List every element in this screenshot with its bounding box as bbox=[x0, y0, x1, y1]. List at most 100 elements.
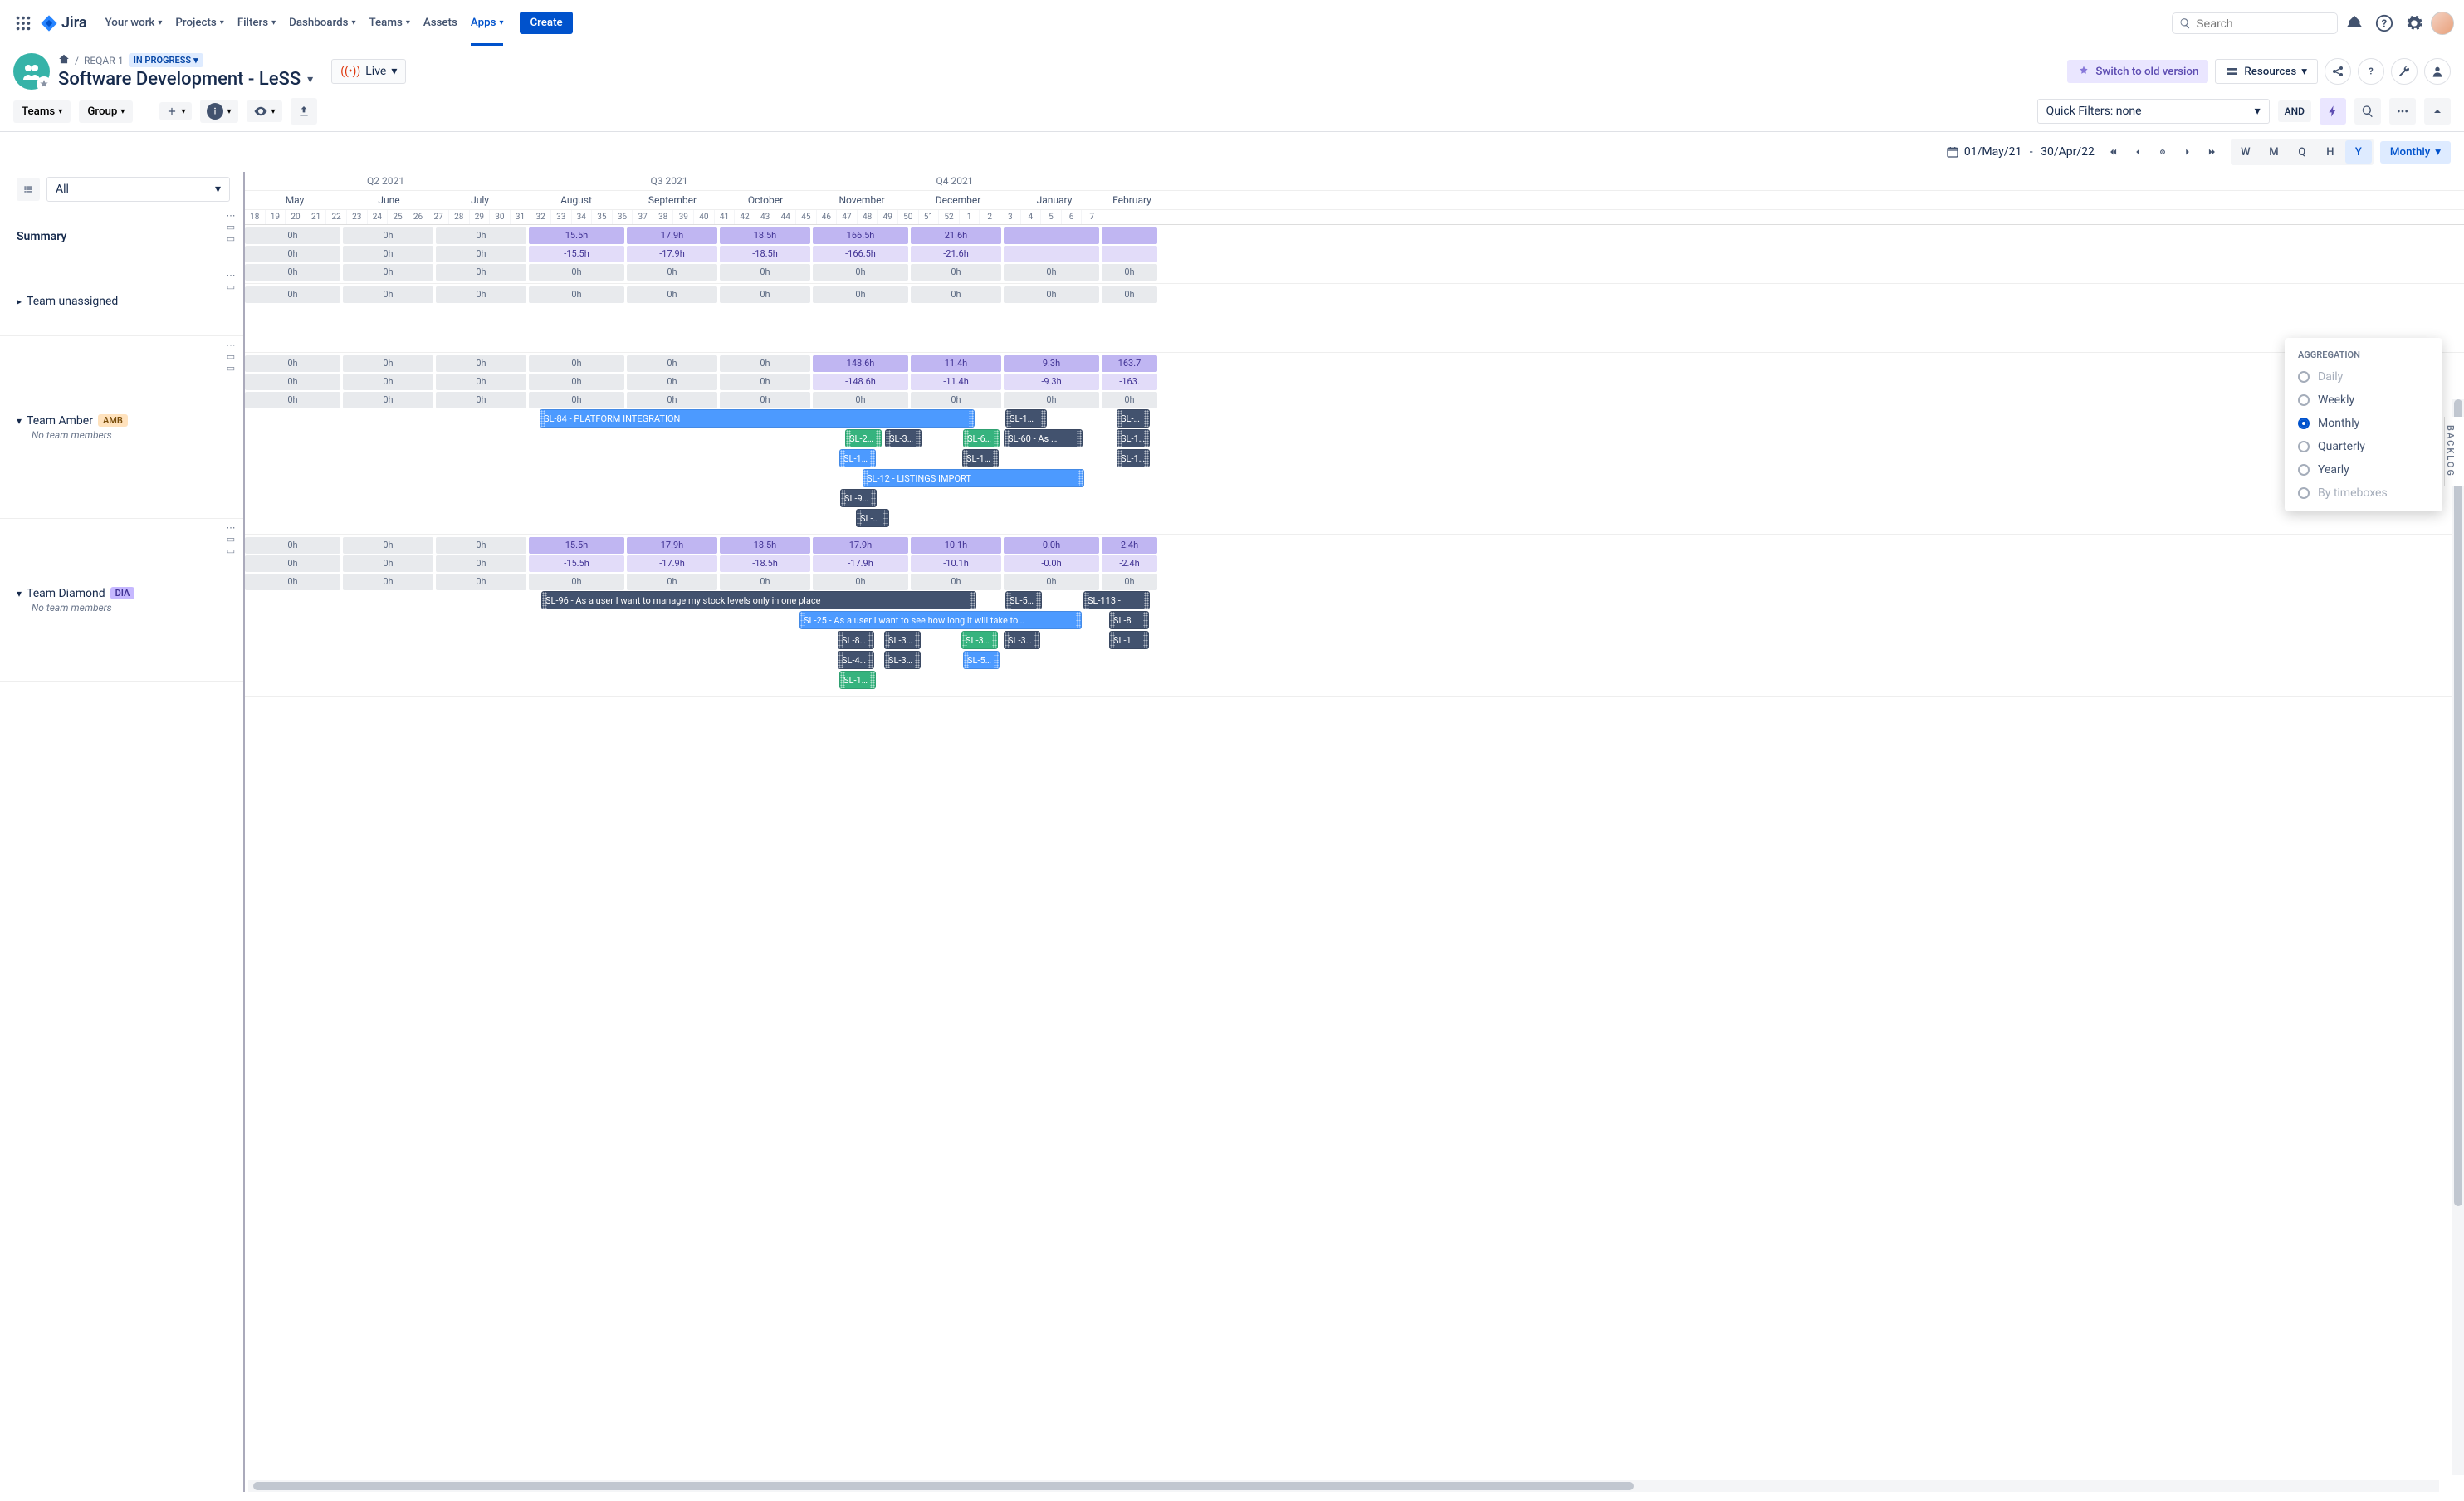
create-button[interactable]: Create bbox=[520, 12, 572, 34]
expand-toggle-icon[interactable]: ▾ bbox=[17, 588, 22, 599]
live-status-button[interactable]: ((•)) Live ▾ bbox=[331, 59, 406, 84]
help-round-icon[interactable]: ? bbox=[2358, 58, 2384, 85]
gantt-bar[interactable]: SL-84 - PLATFORM INTEGRATION bbox=[540, 409, 975, 428]
nav-projects[interactable]: Projects ▾ bbox=[169, 12, 230, 34]
zoom-Q[interactable]: Q bbox=[2289, 140, 2315, 164]
bolt-icon[interactable] bbox=[2320, 98, 2346, 125]
switch-old-version-button[interactable]: Switch to old version bbox=[2067, 60, 2208, 83]
row-extra-icon[interactable]: ▭ bbox=[225, 547, 237, 555]
nav-your-work[interactable]: Your work ▾ bbox=[99, 12, 169, 34]
gantt-bar[interactable]: SL-1… bbox=[839, 671, 876, 689]
aggregation-option-yearly[interactable]: Yearly bbox=[2285, 458, 2442, 482]
nav-today-icon[interactable] bbox=[2151, 140, 2174, 164]
row-cap-icon[interactable]: ▭ bbox=[225, 353, 237, 361]
gantt-bar[interactable]: SL-3… bbox=[1004, 631, 1040, 649]
vertical-scrollbar[interactable] bbox=[2452, 399, 2464, 1475]
row-cap-icon[interactable]: ▭ bbox=[225, 223, 237, 232]
aggregation-option-weekly[interactable]: Weekly bbox=[2285, 389, 2442, 412]
gantt-bar[interactable]: SL-1… bbox=[962, 449, 999, 467]
gantt-bar[interactable]: SL-8… bbox=[838, 631, 874, 649]
row-list-icon[interactable]: ⋯ bbox=[225, 271, 237, 280]
row-cap-icon[interactable]: ▭ bbox=[225, 535, 237, 544]
nav-apps[interactable]: Apps ▾ bbox=[464, 12, 511, 34]
aggregation-dropdown-button[interactable]: Monthly▾ bbox=[2380, 141, 2451, 164]
row-cap-icon[interactable]: ▭ bbox=[225, 283, 237, 291]
row-extra-icon[interactable]: ▭ bbox=[225, 235, 237, 243]
row-list-icon[interactable]: ⋯ bbox=[225, 524, 237, 532]
search-input[interactable] bbox=[2172, 12, 2338, 34]
wrench-icon[interactable] bbox=[2391, 58, 2418, 85]
gantt-bar[interactable]: SL-8 bbox=[1109, 611, 1149, 629]
info-button[interactable]: ▾ bbox=[200, 100, 237, 123]
notifications-icon[interactable] bbox=[2341, 10, 2368, 37]
gantt-bar[interactable]: SL-4… bbox=[838, 651, 874, 669]
filter-and-operator[interactable]: AND bbox=[2278, 100, 2311, 122]
expand-toggle-icon[interactable]: ▾ bbox=[17, 415, 22, 427]
gantt-bar[interactable]: SL-3… bbox=[884, 651, 921, 669]
gantt-bar[interactable]: SL-5… bbox=[1005, 591, 1042, 609]
gantt-bar[interactable]: SL-5… bbox=[963, 651, 1000, 669]
timeline-grid[interactable]: Q2 2021Q3 2021Q4 2021 MayJuneJulyAugustS… bbox=[245, 172, 2464, 1492]
zoom-M[interactable]: M bbox=[2261, 140, 2287, 164]
teams-filter-button[interactable]: Teams▾ bbox=[13, 100, 71, 123]
gantt-bar[interactable]: SL-9… bbox=[840, 489, 877, 507]
zoom-H[interactable]: H bbox=[2317, 140, 2344, 164]
gantt-bar[interactable]: SL-3… bbox=[885, 429, 922, 447]
gantt-bar[interactable]: SL-1… bbox=[1117, 429, 1150, 447]
nav-prev-icon[interactable] bbox=[2126, 140, 2149, 164]
more-icon[interactable] bbox=[2389, 98, 2416, 125]
app-launcher-icon[interactable] bbox=[10, 10, 37, 37]
search-field[interactable] bbox=[2196, 17, 2330, 30]
gantt-bar[interactable]: SL-2… bbox=[845, 429, 882, 447]
gantt-bar[interactable]: SL-1 bbox=[1109, 631, 1149, 649]
title-dropdown-icon[interactable]: ▾ bbox=[307, 73, 313, 86]
nav-assets[interactable]: Assets bbox=[417, 12, 464, 34]
row-extra-icon[interactable]: ▭ bbox=[225, 364, 237, 373]
nav-teams[interactable]: Teams ▾ bbox=[363, 12, 417, 34]
export-icon[interactable] bbox=[291, 98, 317, 125]
gantt-bar[interactable]: SL-12 - LISTINGS IMPORT bbox=[863, 469, 1084, 487]
resources-button[interactable]: Resources ▾ bbox=[2215, 59, 2318, 84]
gantt-bar[interactable]: SL-25 - As a user I want to see how long… bbox=[799, 611, 1082, 629]
breadcrumb-project[interactable]: REQAR-1 bbox=[84, 55, 124, 66]
row-list-icon[interactable]: ⋯ bbox=[225, 212, 237, 220]
visibility-button[interactable]: ▾ bbox=[247, 100, 282, 122]
zoom-Y[interactable]: Y bbox=[2345, 140, 2372, 164]
gantt-bar[interactable]: SL-60 - As … bbox=[1004, 429, 1083, 447]
nav-next-icon[interactable] bbox=[2176, 140, 2199, 164]
backlog-tab[interactable]: BACKLOG bbox=[2444, 417, 2464, 486]
gantt-bar[interactable]: SL-1… bbox=[839, 449, 876, 467]
gantt-bar[interactable]: SL-3… bbox=[961, 631, 998, 649]
nav-first-icon[interactable] bbox=[2101, 140, 2124, 164]
home-icon[interactable] bbox=[58, 53, 70, 67]
add-button[interactable]: ▾ bbox=[159, 102, 192, 120]
gantt-bar[interactable]: SL-6… bbox=[963, 429, 1000, 447]
aggregation-option-quarterly[interactable]: Quarterly bbox=[2285, 435, 2442, 458]
date-range[interactable]: 01/May/21 - 30/Apr/22 bbox=[1946, 145, 2095, 159]
user-avatar[interactable] bbox=[2431, 12, 2454, 35]
user-icon[interactable] bbox=[2424, 58, 2451, 85]
aggregation-option-monthly[interactable]: Monthly bbox=[2285, 412, 2442, 435]
help-icon[interactable]: ? bbox=[2371, 10, 2398, 37]
gantt-bar[interactable]: SL-… bbox=[1117, 409, 1150, 428]
jira-logo[interactable]: Jira bbox=[40, 14, 87, 32]
sidebar-filter-select[interactable]: All▾ bbox=[46, 177, 230, 202]
gantt-bar[interactable]: SL-113 - bbox=[1083, 591, 1150, 609]
horizontal-scrollbar[interactable] bbox=[248, 1480, 2439, 1492]
search-toolbar-icon[interactable] bbox=[2354, 98, 2381, 125]
expand-toggle-icon[interactable]: ▸ bbox=[17, 296, 22, 307]
gantt-bar[interactable]: SL-3… bbox=[884, 631, 921, 649]
zoom-W[interactable]: W bbox=[2232, 140, 2259, 164]
status-badge[interactable]: IN PROGRESS▾ bbox=[129, 53, 203, 67]
quick-filters-dropdown[interactable]: Quick Filters: none▾ bbox=[2037, 99, 2270, 124]
nav-dashboards[interactable]: Dashboards ▾ bbox=[282, 12, 362, 34]
nav-filters[interactable]: Filters ▾ bbox=[231, 12, 282, 34]
row-list-icon[interactable]: ⋯ bbox=[225, 341, 237, 350]
project-avatar[interactable] bbox=[13, 53, 50, 90]
sidebar-view-toggle-icon[interactable] bbox=[17, 178, 40, 201]
group-filter-button[interactable]: Group▾ bbox=[79, 100, 133, 123]
share-icon[interactable] bbox=[2325, 58, 2351, 85]
nav-last-icon[interactable] bbox=[2201, 140, 2224, 164]
settings-icon[interactable] bbox=[2401, 10, 2427, 37]
gantt-bar[interactable]: SL-… bbox=[856, 509, 889, 527]
